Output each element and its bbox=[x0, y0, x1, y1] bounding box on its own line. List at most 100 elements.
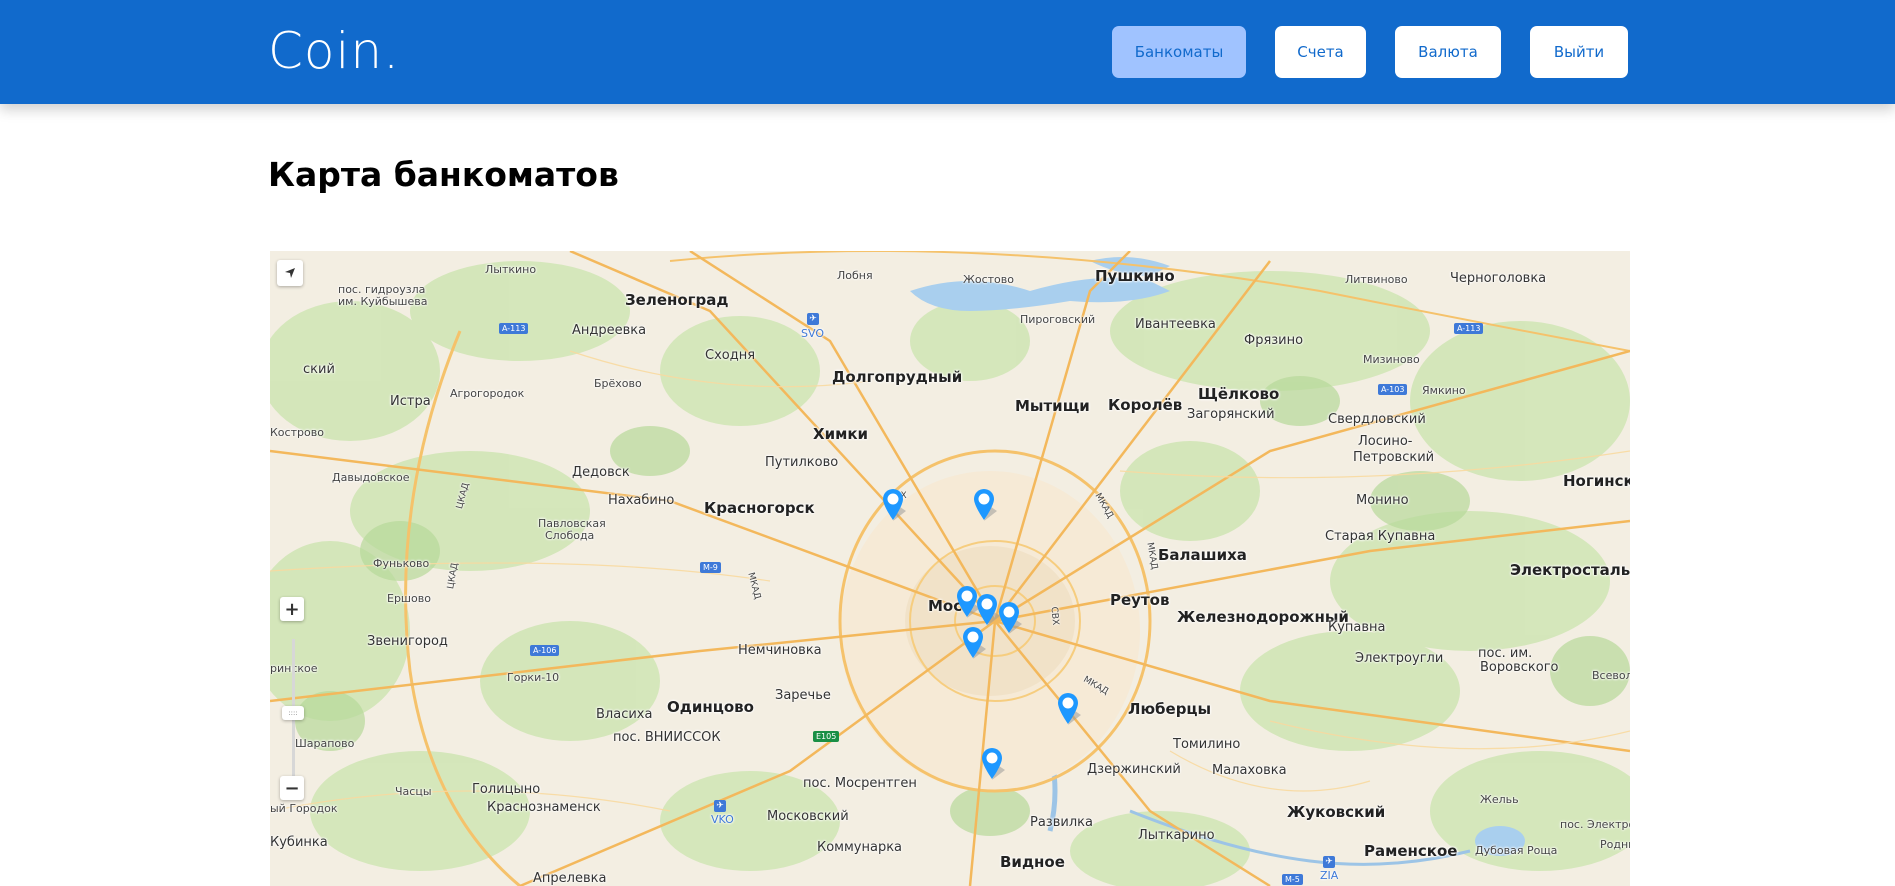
map-label: пос. ВНИИССОК bbox=[613, 730, 721, 745]
map-label: Апрелевка bbox=[533, 871, 607, 886]
map-label: Лобня bbox=[837, 269, 873, 282]
map-pin-icon bbox=[883, 489, 906, 521]
map-pin-icon bbox=[963, 627, 986, 659]
map-label: Литвиново bbox=[1345, 273, 1408, 286]
airport-label: ZIA bbox=[1320, 869, 1339, 882]
map-label: ый Городок bbox=[270, 802, 338, 815]
map-label: Дубовая Роща bbox=[1475, 844, 1558, 857]
zoom-out-button[interactable]: − bbox=[280, 776, 304, 800]
grip-icon: :::: bbox=[288, 709, 298, 717]
atm-marker[interactable] bbox=[979, 746, 1005, 782]
zoom-slider-handle[interactable]: :::: bbox=[282, 706, 304, 720]
plus-icon: + bbox=[284, 598, 300, 620]
map-label: Родники bbox=[1600, 838, 1630, 851]
atm-map[interactable]: Лыткино Лобня Жостово Пушкино Литвиново … bbox=[270, 251, 1630, 886]
app-header: Coin. Банкоматы Счета Валюта Выйти bbox=[0, 0, 1895, 104]
map-label: Жостово bbox=[963, 273, 1014, 286]
atm-marker[interactable] bbox=[971, 487, 997, 523]
map-label: Ершово bbox=[387, 592, 431, 605]
map-label: Коммунарка bbox=[817, 840, 903, 855]
map-label: Сходня bbox=[705, 348, 756, 363]
map-label: Лыткарино bbox=[1138, 828, 1215, 843]
map-label: Горки-10 bbox=[507, 671, 560, 684]
map-label: Звенигород bbox=[367, 634, 448, 649]
map-label: Долгопрудный bbox=[832, 368, 963, 386]
map-label: Власиха bbox=[596, 707, 653, 722]
map-label: Пушкино bbox=[1095, 267, 1175, 285]
highway-badge: E105 bbox=[813, 731, 840, 742]
highway-badge: M-9 bbox=[700, 562, 721, 573]
map-label: Зеленоград bbox=[625, 291, 729, 309]
map-label: Ивантеевка bbox=[1135, 317, 1216, 332]
nav-button-currency[interactable]: Валюта bbox=[1395, 26, 1501, 78]
map-label: Московский bbox=[767, 809, 849, 824]
highway-badge: A-113 bbox=[1454, 323, 1484, 334]
atm-marker[interactable] bbox=[960, 625, 986, 661]
map-label: Кубинка bbox=[270, 835, 328, 850]
app-logo: Coin. bbox=[268, 22, 400, 80]
nav-button-logout[interactable]: Выйти bbox=[1530, 26, 1628, 78]
page-title: Карта банкоматов bbox=[268, 155, 619, 194]
map-label: Мытищи bbox=[1015, 397, 1090, 415]
nav-button-atms[interactable]: Банкоматы bbox=[1112, 26, 1246, 78]
map-label: Мизиново bbox=[1363, 353, 1420, 366]
map-label: Старая Купавна bbox=[1325, 529, 1436, 544]
map-label: пос. Мосрентген bbox=[803, 776, 917, 791]
map-pin-icon bbox=[974, 489, 997, 521]
geolocation-button[interactable] bbox=[277, 260, 303, 286]
map-label: пос. Электроизо bbox=[1560, 818, 1630, 831]
map-label: им. Куйбышева bbox=[338, 295, 428, 308]
map-label: Заречье bbox=[775, 688, 831, 703]
airport-icon: ✈ bbox=[714, 800, 726, 812]
highway-badge: M-5 bbox=[1282, 874, 1303, 885]
map-label: Железнодорожный bbox=[1177, 608, 1349, 626]
map-label: Фуньково bbox=[373, 557, 430, 570]
map-label: Монино bbox=[1356, 493, 1409, 508]
map-label: Химки bbox=[813, 425, 869, 443]
zoom-in-button[interactable]: + bbox=[280, 597, 304, 621]
map-label: Воровского bbox=[1480, 660, 1559, 675]
map-label: Электроугли bbox=[1355, 651, 1444, 666]
map-label: Лыткино bbox=[485, 263, 537, 276]
map-label: Одинцово bbox=[667, 698, 754, 716]
map-label: Андреевка bbox=[572, 323, 647, 338]
map-label: Развилка bbox=[1030, 815, 1093, 830]
map-label: Электросталь bbox=[1510, 561, 1630, 579]
road-label: СВХ bbox=[1048, 606, 1061, 626]
map-label: Голицыно bbox=[472, 782, 541, 797]
map-label: Дедовск bbox=[572, 465, 630, 480]
map-label: Лосино- bbox=[1358, 434, 1413, 449]
map-label: Всеволо bbox=[1592, 669, 1630, 682]
map-label: Купавна bbox=[1328, 620, 1386, 635]
map-label: пос. им. bbox=[1478, 646, 1533, 661]
atm-marker[interactable] bbox=[880, 487, 906, 523]
map-label: Томилино bbox=[1173, 737, 1241, 752]
map-label: Малаховка bbox=[1212, 763, 1287, 778]
map-label: Красногорск bbox=[704, 499, 815, 517]
map-label: Кострово bbox=[270, 426, 324, 439]
map-label: Черноголовка bbox=[1450, 271, 1547, 286]
map-label: Люберцы bbox=[1128, 700, 1212, 718]
atm-marker[interactable] bbox=[1055, 691, 1081, 727]
map-pin-icon bbox=[982, 748, 1005, 780]
map-label: Фрязино bbox=[1244, 333, 1304, 348]
highway-badge: A-103 bbox=[1378, 384, 1408, 395]
highway-badge: A-106 bbox=[530, 645, 560, 656]
map-label: Видное bbox=[1000, 853, 1065, 871]
highway-badge: A-113 bbox=[499, 323, 529, 334]
airport-label: VKO bbox=[711, 813, 734, 826]
map-label: Петровский bbox=[1353, 450, 1435, 465]
map-pin-icon bbox=[1058, 693, 1081, 725]
atm-marker[interactable] bbox=[996, 600, 1022, 636]
map-label: Жуковский bbox=[1287, 803, 1386, 821]
map-label: Щёлково bbox=[1198, 385, 1280, 403]
map-label: Балашиха bbox=[1158, 546, 1247, 564]
minus-icon: − bbox=[284, 777, 300, 799]
nav-button-accounts[interactable]: Счета bbox=[1275, 26, 1366, 78]
airport-icon: ✈ bbox=[807, 313, 819, 325]
map-label: Ногинск bbox=[1563, 472, 1630, 490]
map-label: Путилково bbox=[765, 455, 839, 470]
map-label: Ямкино bbox=[1422, 384, 1466, 397]
navigation-arrow-icon bbox=[285, 268, 295, 278]
map-label: Королёв bbox=[1108, 396, 1183, 414]
